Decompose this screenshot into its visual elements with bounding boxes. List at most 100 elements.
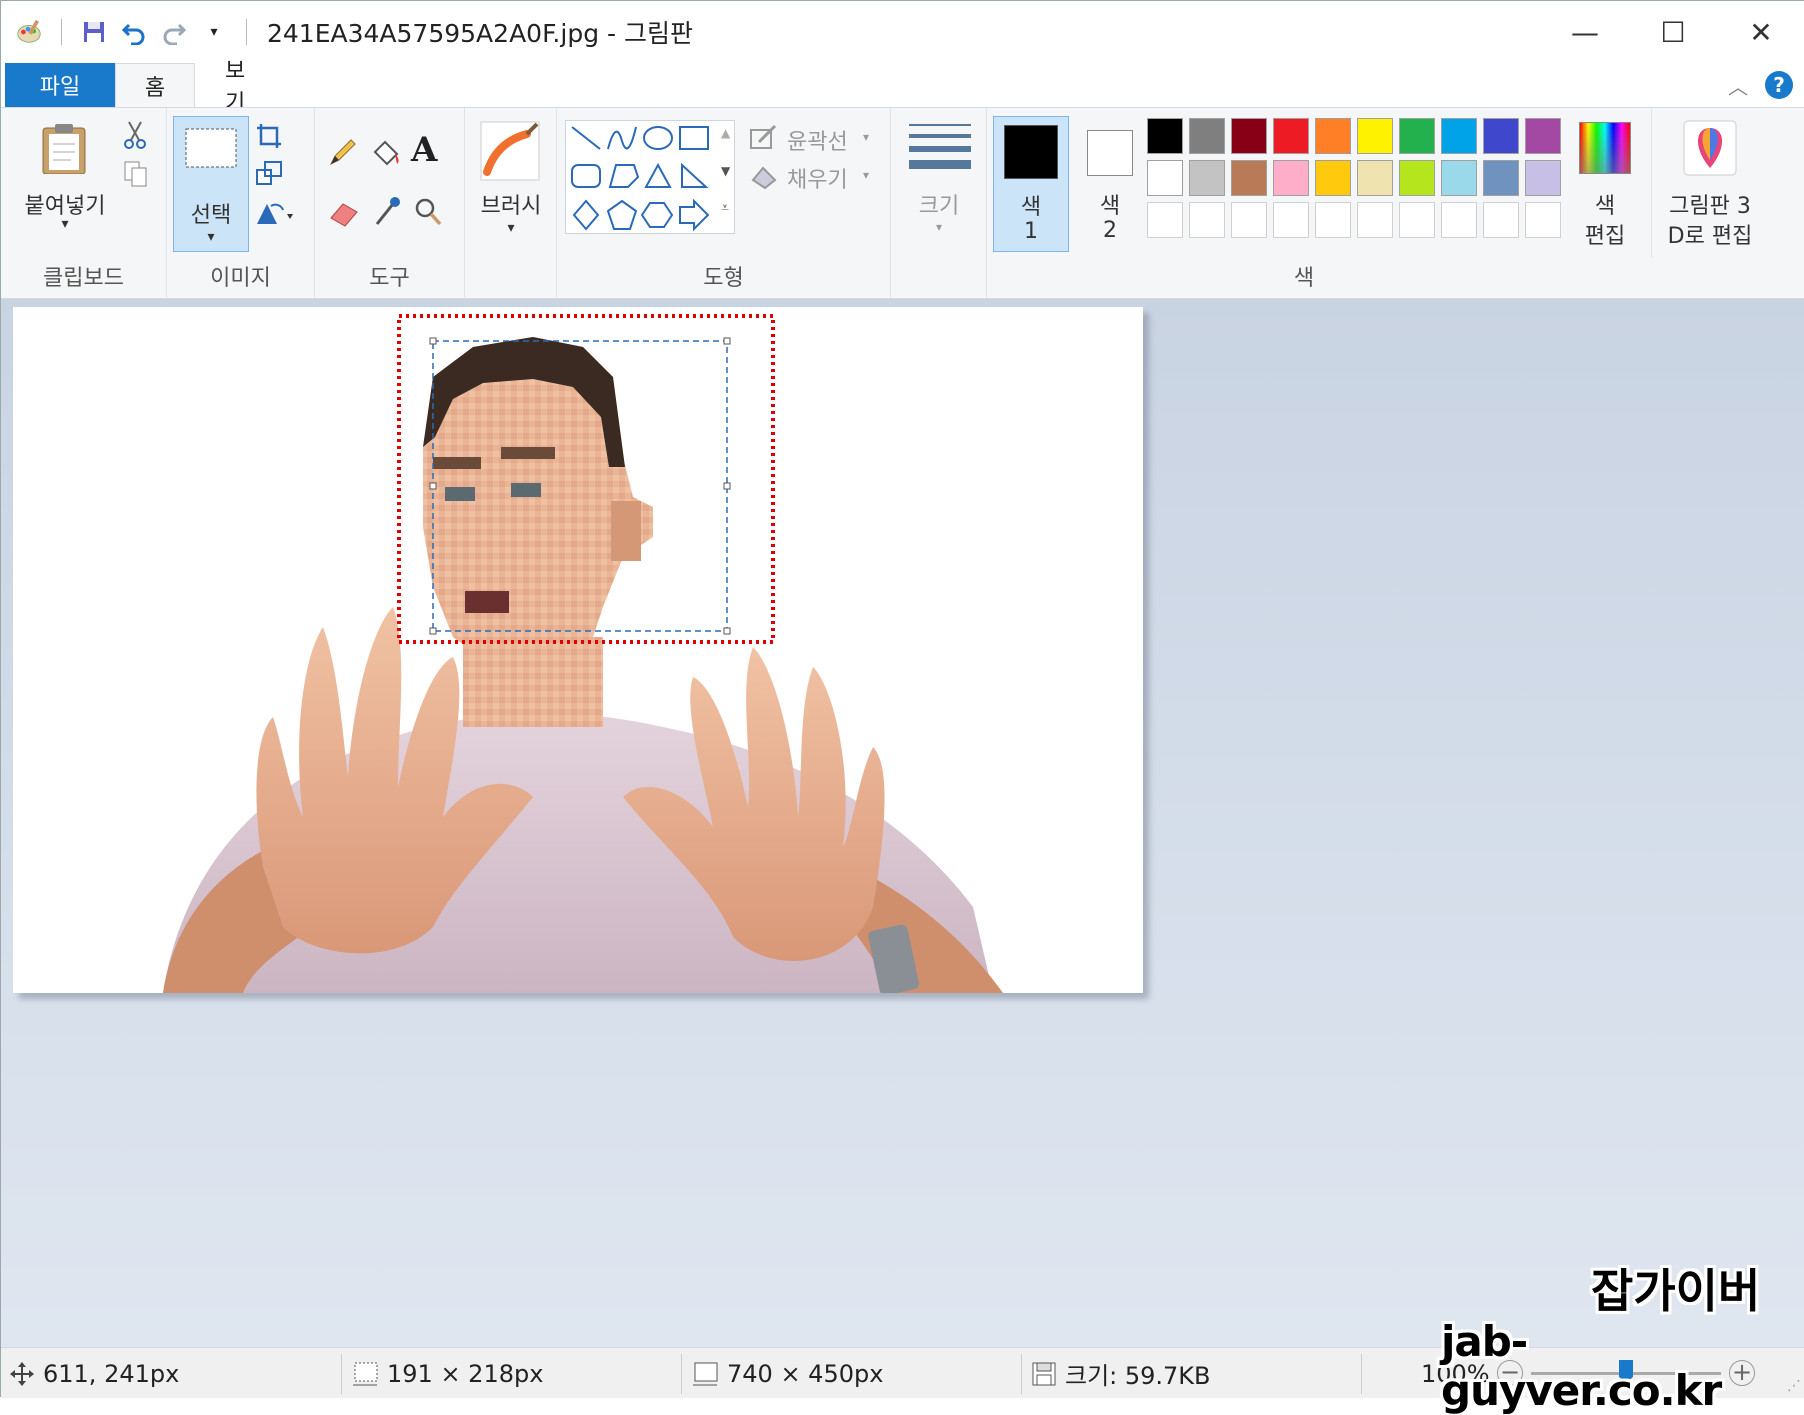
palette-swatch[interactable] (1525, 202, 1561, 238)
palette-swatch[interactable] (1483, 202, 1519, 238)
outline-button[interactable]: 윤곽선 (787, 124, 848, 156)
text-icon[interactable]: A (411, 130, 437, 170)
oval-shape-icon[interactable] (643, 126, 673, 150)
gallery-scroll-down[interactable]: ▼ (721, 164, 730, 178)
color-picker-icon[interactable] (371, 194, 403, 228)
resize-handle[interactable] (723, 482, 731, 490)
palette-swatch[interactable] (1231, 160, 1267, 196)
help-icon[interactable]: ? (1765, 71, 1793, 99)
palette-swatch[interactable] (1273, 118, 1309, 154)
fill-button[interactable]: 채우기 (787, 162, 848, 194)
gallery-scroll-up[interactable]: ▲ (721, 126, 730, 140)
brush-button[interactable]: 브러시 ▾ (467, 108, 555, 258)
resize-handle[interactable] (429, 337, 437, 345)
palette-swatch[interactable] (1483, 118, 1519, 154)
select-button[interactable]: 선택 ▾ (173, 116, 249, 252)
eraser-icon[interactable] (327, 196, 361, 228)
paint-window: ▾ 241EA34A57595A2A0F.jpg - 그림판 — ☐ ✕ 파일 … (0, 0, 1804, 1415)
paste-button[interactable]: 붙여넣기 ▾ (15, 108, 115, 232)
color2-button[interactable]: 색 2 (1073, 116, 1149, 252)
gallery-expand[interactable]: ⩡ (721, 200, 729, 216)
canvas-workspace[interactable] (1, 299, 1804, 1347)
pentagon-shape-icon[interactable] (606, 199, 638, 230)
collapse-ribbon-icon[interactable]: ︿ (1728, 71, 1748, 100)
minimize-button[interactable]: — (1541, 1, 1629, 63)
resize-handle[interactable] (723, 627, 731, 635)
triangle-shape-icon[interactable] (644, 162, 672, 188)
rotate-icon[interactable] (253, 200, 297, 228)
palette-swatch[interactable] (1441, 118, 1477, 154)
copy-icon[interactable] (123, 160, 149, 188)
palette-swatch[interactable] (1231, 118, 1267, 154)
customize-qat-icon[interactable]: ▾ (200, 18, 228, 46)
magnifier-icon[interactable] (413, 196, 443, 228)
palette-swatch[interactable] (1399, 202, 1435, 238)
palette-swatch[interactable] (1189, 160, 1225, 196)
photo-image[interactable] (13, 307, 1143, 996)
palette-swatch[interactable] (1441, 160, 1477, 196)
palette-swatch[interactable] (1483, 160, 1519, 196)
palette-swatch[interactable] (1525, 118, 1561, 154)
color1-button[interactable]: 색 1 (993, 116, 1069, 252)
cut-icon[interactable] (121, 120, 149, 150)
disk-icon (1032, 1362, 1056, 1385)
palette-swatch[interactable] (1315, 118, 1351, 154)
polygon-shape-icon[interactable] (608, 164, 640, 188)
hexagon-shape-icon[interactable] (640, 202, 674, 228)
selection-size-text: 191 × 218px (387, 1359, 544, 1388)
palette-swatch[interactable] (1357, 160, 1393, 196)
save-icon[interactable] (80, 18, 108, 46)
tab-view[interactable]: 보기 (195, 59, 295, 116)
clipboard-icon (42, 124, 86, 174)
palette-swatch[interactable] (1315, 202, 1351, 238)
resize-handle[interactable] (723, 337, 731, 345)
palette-swatch[interactable] (1525, 160, 1561, 196)
paint3d-button[interactable]: 그림판 3 D로 편집 (1655, 108, 1765, 258)
palette-swatch[interactable] (1399, 118, 1435, 154)
palette-swatch[interactable] (1147, 160, 1183, 196)
file-size-text: 크기: 59.7KB (1065, 1362, 1211, 1390)
size-button[interactable]: 크기 ▾ (895, 108, 983, 258)
tab-file[interactable]: 파일 (5, 63, 115, 107)
palette-swatch[interactable] (1399, 160, 1435, 196)
resize-icon[interactable] (255, 160, 283, 188)
palette-swatch[interactable] (1273, 202, 1309, 238)
palette-swatch[interactable] (1147, 202, 1183, 238)
image-canvas[interactable] (13, 307, 1143, 996)
palette-swatch[interactable] (1231, 202, 1267, 238)
line-shape-icon[interactable] (571, 126, 601, 150)
window-title: 241EA34A57595A2A0F.jpg - 그림판 (267, 19, 693, 48)
crop-icon[interactable] (255, 122, 283, 150)
palette-swatch[interactable] (1189, 118, 1225, 154)
shapes-gallery[interactable] (565, 120, 735, 234)
diamond-shape-icon[interactable] (572, 199, 600, 231)
resize-handle[interactable] (429, 627, 437, 635)
arrow-shape-icon[interactable] (679, 198, 710, 232)
size-group: 크기 ▾ (891, 108, 987, 300)
palette-swatch[interactable] (1357, 202, 1393, 238)
palette-swatch[interactable] (1189, 202, 1225, 238)
paint-app-icon[interactable] (15, 18, 43, 46)
curve-shape-icon[interactable] (607, 126, 637, 150)
close-button[interactable]: ✕ (1717, 1, 1804, 63)
tab-home[interactable]: 홈 (115, 63, 195, 107)
resize-handle[interactable] (429, 482, 437, 490)
brush-label: 브러시 (480, 194, 542, 219)
palette-swatch[interactable] (1315, 160, 1351, 196)
palette-swatch[interactable] (1147, 118, 1183, 154)
rounded-rectangle-shape-icon[interactable] (571, 164, 601, 188)
paint3d-icon (1683, 120, 1737, 176)
palette-swatch[interactable] (1441, 202, 1477, 238)
pencil-icon[interactable] (327, 136, 359, 168)
maximize-button[interactable]: ☐ (1629, 1, 1717, 63)
select-rectangle-icon (185, 128, 237, 168)
redo-icon[interactable] (160, 18, 188, 46)
undo-icon[interactable] (120, 18, 148, 46)
right-triangle-shape-icon[interactable] (681, 162, 709, 188)
edit-colors-button[interactable]: 색 편집 (1567, 108, 1643, 258)
palette-swatch[interactable] (1273, 160, 1309, 196)
fill-bucket-icon[interactable] (369, 136, 403, 168)
rectangle-shape-icon[interactable] (679, 126, 709, 150)
palette-swatch[interactable] (1357, 118, 1393, 154)
right-eye (511, 483, 541, 497)
